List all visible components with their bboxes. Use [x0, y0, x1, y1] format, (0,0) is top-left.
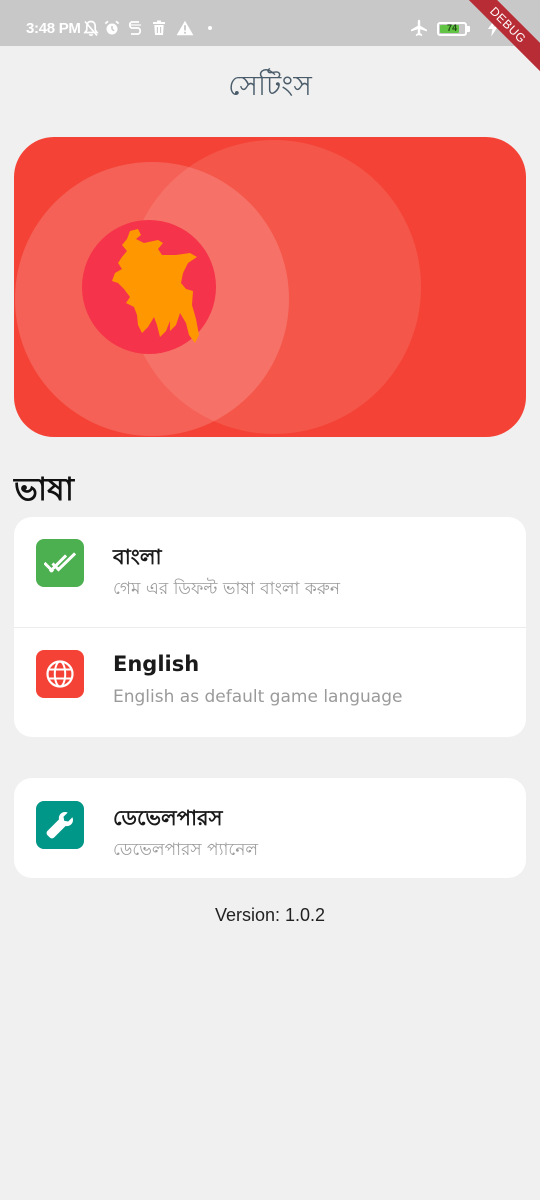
battery-level: 74	[446, 23, 457, 33]
settings-screen: 3:48 PM 74 DEBUG সেটিংস ভাষা বাংলা গেম এ…	[0, 0, 540, 1200]
airplane-mode-icon	[409, 19, 429, 37]
language-option-bangla[interactable]: বাংলা গেম এর ডিফল্ট ভাষা বাংলা করুন	[14, 517, 526, 627]
dot-icon	[206, 19, 214, 37]
page-title: সেটিংস	[228, 69, 312, 102]
version-label: Version: 1.0.2	[214, 905, 326, 925]
wrench-icon	[36, 801, 84, 849]
developer-card: ডেভেলপারস ডেভেলপারস প্যানেল	[14, 778, 526, 878]
section-title-language: ভাষা	[14, 470, 75, 508]
language-option-subtitle: English as default game language	[113, 687, 403, 707]
trash-icon	[151, 19, 167, 37]
battery-tip	[467, 26, 470, 32]
language-option-title: English	[113, 652, 200, 676]
language-option-english[interactable]: English English as default game language	[14, 628, 526, 737]
globe-icon	[36, 650, 84, 698]
language-option-subtitle: গেম এর ডিফল্ট ভাষা বাংলা করুন	[113, 579, 340, 599]
notifications-off-icon	[82, 19, 100, 37]
language-card: বাংলা গেম এর ডিফল্ট ভাষা বাংলা করুন Engl…	[14, 517, 526, 737]
language-option-title: বাংলা	[113, 545, 162, 569]
developer-title: ডেভেলপারস	[113, 806, 223, 830]
banner-card	[14, 137, 526, 437]
double-check-icon	[36, 539, 84, 587]
developer-subtitle: ডেভেলপারস প্যানেল	[113, 840, 259, 860]
bangladesh-map-icon	[112, 229, 199, 343]
developer-panel-item[interactable]: ডেভেলপারস ডেভেলপারস প্যানেল	[14, 778, 526, 878]
sim-icon	[127, 19, 143, 37]
alarm-icon	[104, 19, 120, 37]
battery-icon: 74	[437, 22, 467, 36]
status-time: 3:48 PM	[26, 20, 81, 37]
status-bar: 3:48 PM 74	[0, 0, 540, 46]
warning-icon	[175, 19, 195, 37]
